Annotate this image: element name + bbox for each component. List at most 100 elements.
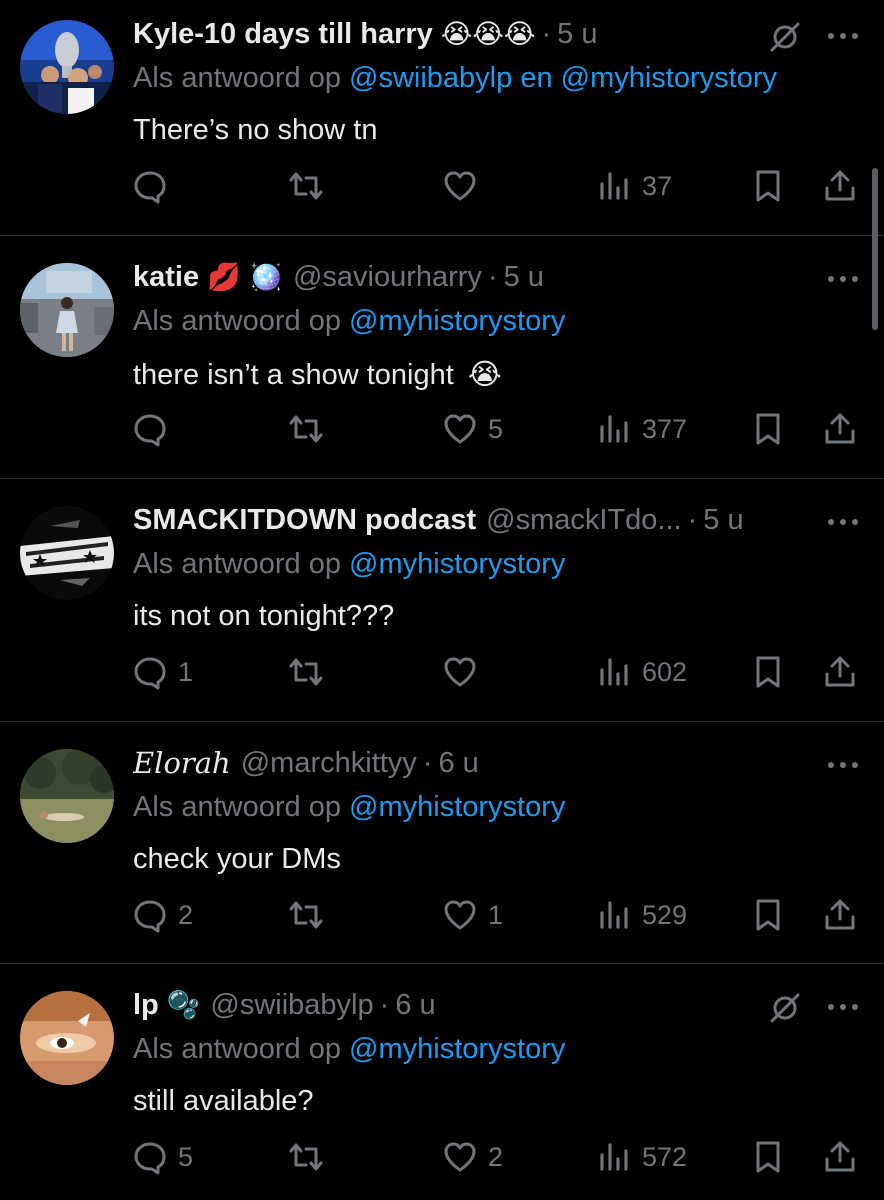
more-dots-icon[interactable] [826,759,860,771]
bookmark-button[interactable] [750,650,786,694]
like-button[interactable]: 2 [442,1135,503,1179]
views-button[interactable]: 572 [596,1135,687,1179]
avatar[interactable] [20,20,114,114]
avatar[interactable] [20,749,114,843]
separator-dot: · [687,503,698,536]
view-count: 572 [642,1141,688,1172]
timestamp[interactable]: 5 u [504,261,544,294]
share-button[interactable] [822,650,858,694]
display-name[interactable]: Elorah [133,746,231,780]
views-button[interactable]: 529 [596,893,687,937]
reply-mentions[interactable]: @swiibabylp en @myhistorystory [349,62,777,94]
reply-mentions[interactable]: @myhistorystory [349,791,565,823]
timestamp[interactable]: 6 u [395,989,435,1022]
tweet-text-content: its not on tonight??? [133,600,395,632]
views-button[interactable]: 37 [596,164,672,208]
separator-dot: · [379,988,390,1021]
reply-count: 5 [178,1141,194,1172]
bookmark-icon [756,170,780,202]
reply-feed: Kyle-10 days till harry 😭😭😭 · 5 u Als an… [0,0,884,1200]
heart-icon [444,171,476,201]
reply-icon [134,1142,166,1175]
share-button[interactable] [822,893,858,937]
reply-prefix: Als antwoord op [133,548,341,580]
tweet-header: katie 💋 🪩 @saviourharry · 5 u [133,257,784,297]
retweet-button[interactable] [288,650,334,694]
reply-tweet-smackitdown[interactable]: SMACKITDOWN podcast @smackITdo... · 5 u … [0,486,884,729]
username[interactable]: @marchkittyy [241,747,417,780]
views-button[interactable]: 377 [596,407,687,451]
reply-context: Als antwoord op @swiibabylp en @myhistor… [133,62,777,95]
retweet-icon [289,415,323,443]
timestamp[interactable]: 5 u [557,18,597,51]
more-dots-icon[interactable] [826,516,860,528]
reply-button[interactable]: 1 [132,650,193,694]
more-dots-icon[interactable] [826,30,860,42]
tweet-text-content: check your DMs [133,843,341,875]
retweet-icon [289,172,323,200]
action-bar: 2 1 529 [0,893,884,937]
avatar[interactable] [20,991,114,1085]
more-dots-icon[interactable] [826,1001,860,1013]
reply-icon [134,414,166,447]
like-button[interactable] [442,164,488,208]
reply-tweet-katie[interactable]: katie 💋 🪩 @saviourharry · 5 u Als antwoo… [0,243,884,486]
name-emoji: 💋 🪩 [207,262,283,293]
share-icon [825,1141,855,1172]
display-name[interactable]: Kyle-10 days till harry [133,18,433,51]
reply-mentions[interactable]: @myhistorystory [349,1033,565,1065]
tweet-header: SMACKITDOWN podcast @smackITdo... · 5 u [133,500,784,540]
reply-mentions[interactable]: @myhistorystory [349,548,565,580]
like-count: 2 [488,1141,504,1172]
muted-icon[interactable] [766,989,804,1027]
scrollbar[interactable] [872,168,878,330]
more-dots-icon[interactable] [826,273,860,285]
share-button[interactable] [822,164,858,208]
display-name[interactable]: SMACKITDOWN podcast [133,504,476,537]
reply-button[interactable]: 5 [132,1135,193,1179]
username[interactable]: @saviourharry [293,261,482,294]
retweet-button[interactable] [288,893,334,937]
reply-count: 2 [178,899,194,930]
views-button[interactable]: 602 [596,650,687,694]
bookmark-icon [756,899,780,931]
reply-tweet-elorah[interactable]: Elorah @marchkittyy · 6 u Als antwoord o… [0,729,884,972]
muted-icon[interactable] [766,18,804,56]
reply-button[interactable]: 2 [132,893,193,937]
retweet-icon [289,901,323,929]
timestamp[interactable]: 6 u [438,747,478,780]
avatar[interactable] [20,263,114,357]
reply-prefix: Als antwoord op [133,791,341,823]
view-count: 37 [642,170,673,201]
username[interactable]: @smackITdo... [486,504,681,537]
views-chart-icon [600,415,628,443]
timestamp[interactable]: 5 u [703,504,743,537]
username[interactable]: @swiibabylp [210,989,373,1022]
like-button[interactable]: 1 [442,893,503,937]
bookmark-button[interactable] [750,893,786,937]
display-name[interactable]: lp [133,989,159,1022]
bookmark-button[interactable] [750,164,786,208]
retweet-button[interactable] [288,407,334,451]
action-bar: 5 2 572 [0,1135,884,1179]
tweet-text: There’s no show tn [133,114,378,147]
like-button[interactable]: 5 [442,407,503,451]
divider [0,963,884,964]
share-button[interactable] [822,407,858,451]
share-button[interactable] [822,1135,858,1179]
reply-mentions[interactable]: @myhistorystory [349,305,565,337]
display-name[interactable]: katie [133,261,199,294]
tweet-header: Kyle-10 days till harry 😭😭😭 · 5 u [133,14,784,54]
bookmark-button[interactable] [750,407,786,451]
retweet-button[interactable] [288,164,334,208]
avatar[interactable] [20,506,114,600]
divider [0,235,884,236]
retweet-button[interactable] [288,1135,334,1179]
reply-button[interactable] [132,164,178,208]
like-button[interactable] [442,650,488,694]
reply-tweet-kyle[interactable]: Kyle-10 days till harry 😭😭😭 · 5 u Als an… [0,0,884,243]
reply-tweet-lp[interactable]: lp 🫧 @swiibabylp · 6 u Als antwoord op @… [0,971,884,1200]
retweet-icon [289,1143,323,1171]
reply-button[interactable] [132,407,178,451]
bookmark-button[interactable] [750,1135,786,1179]
